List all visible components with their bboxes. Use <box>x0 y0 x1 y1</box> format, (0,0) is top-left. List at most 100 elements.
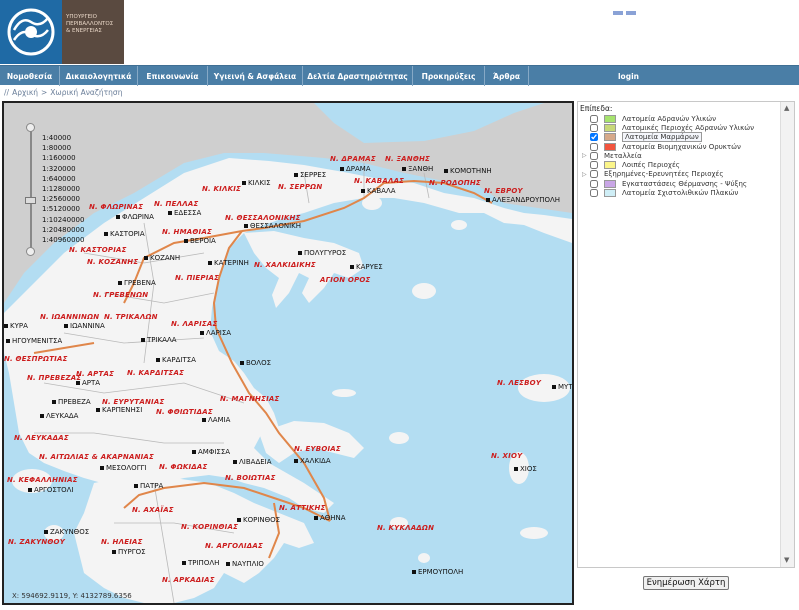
nav-item-legislation[interactable]: Νομοθεσία <box>0 66 60 86</box>
language-flags[interactable] <box>613 0 641 15</box>
scale-list: 1:40000 1:80000 1:160000 1:320000 1:6400… <box>42 133 84 245</box>
prefecture-label: Ν. ΞΑΝΘΗΣ <box>385 155 431 163</box>
city-label: ΚΑΣΤΟΡΙΑ <box>104 230 145 238</box>
city-label: ΚΑΒΑΛΑ <box>361 187 396 195</box>
layer-checkbox[interactable] <box>590 161 598 170</box>
scale-option[interactable]: 1:5120000 <box>42 204 84 214</box>
scroll-down-icon[interactable]: ▼ <box>784 556 789 564</box>
breadcrumb-home-link[interactable]: Αρχική <box>12 88 38 97</box>
flag-icon[interactable] <box>613 11 623 15</box>
layer-item[interactable]: Λοιπές Περιοχές <box>582 160 772 170</box>
prefecture-label: Ν. ΚΑΣΤΟΡΙΑΣ <box>69 246 127 254</box>
city-label: ΤΡΙΚΑΛΑ <box>141 336 177 344</box>
logo-emblem <box>0 0 62 64</box>
zoom-slider-handle[interactable] <box>25 197 36 204</box>
city-label: ΦΛΩΡΙΝΑ <box>116 213 154 221</box>
layer-item[interactable]: Λατομεία Βιομηχανικών Ορυκτών <box>582 142 772 151</box>
scale-option[interactable]: 1:320000 <box>42 164 84 174</box>
scale-option[interactable]: 1:640000 <box>42 174 84 184</box>
layer-item[interactable]: Λατομικές Περιοχές Αδρανών Υλικών <box>582 123 772 132</box>
scale-option[interactable]: 1:20480000 <box>42 225 84 235</box>
layer-item[interactable]: Λατομεία Μαρμάρων <box>582 132 772 143</box>
nav-item-activity-reports[interactable]: Δελτία Δραστηριότητας <box>303 66 413 86</box>
city-label: ΗΓΟΥΜΕΝΙΤΣΑ <box>6 337 62 345</box>
prefecture-label: Ν. ΖΑΚΥΝΘΟΥ <box>8 538 65 546</box>
expand-arrow-icon[interactable]: ▷ <box>582 152 590 159</box>
city-label: ΕΔΕΣΣΑ <box>168 209 201 217</box>
city-label: ΚΥΡΑ <box>4 322 28 330</box>
layer-checkbox[interactable] <box>590 114 598 123</box>
chalkidiki <box>244 231 364 308</box>
city-label: ΣΕΡΡΕΣ <box>294 171 326 179</box>
layer-item[interactable]: Εγκαταστάσεις Θέρμανσης - Ψύξης <box>582 179 772 188</box>
layer-checkbox[interactable] <box>590 170 598 179</box>
scale-option[interactable]: 1:80000 <box>42 143 84 153</box>
prefecture-label: Ν. ΚΙΛΚΙΣ <box>202 185 242 193</box>
city-label: ΞΑΝΘΗ <box>402 165 433 173</box>
prefecture-label: Ν. ΤΡΙΚΑΛΩΝ <box>104 313 158 321</box>
layer-checkbox[interactable] <box>590 123 598 132</box>
scale-option[interactable]: 1:1280000 <box>42 184 84 194</box>
layer-color-swatch <box>604 133 616 142</box>
prefecture-label: Ν. ΛΕΥΚΑΔΑΣ <box>14 434 69 442</box>
nav-item-health-safety[interactable]: Υγιεινή & Ασφάλεια <box>208 66 303 86</box>
city-label: ΠΟΛΥΓΥΡΟΣ <box>298 249 346 257</box>
prefecture-label: Ν. ΗΛΕΙΑΣ <box>101 538 143 546</box>
city-label: ΒΕΡΟΙΑ <box>184 237 216 245</box>
layer-label: Λατομικές Περιοχές Αδρανών Υλικών <box>622 123 754 132</box>
layer-item[interactable]: Λατομεία Σχιστολιθικών Πλακών <box>582 188 772 198</box>
city-label: ΙΩΑΝΝΙΝΑ <box>64 322 105 330</box>
city-label: ΤΡΙΠΟΛΗ <box>182 559 219 567</box>
layer-item[interactable]: ▷ Μεταλλεία <box>582 151 772 160</box>
scale-option[interactable]: 1:160000 <box>42 153 84 163</box>
prefecture-label: ΑΓΙΟΝ ΟΡΟΣ <box>320 276 371 284</box>
island-skyros <box>389 432 409 444</box>
scale-option[interactable]: 1:40000 <box>42 133 84 143</box>
map-canvas[interactable] <box>4 103 572 603</box>
island-syros <box>418 553 430 563</box>
prefecture-label: Ν. ΑΡΚΑΔΙΑΣ <box>162 576 215 584</box>
city-label: ΑΘΗΝΑ <box>314 514 346 522</box>
nav-item-announcements[interactable]: Προκηρύξεις <box>413 66 485 86</box>
layer-checkbox[interactable] <box>590 133 598 142</box>
scale-option[interactable]: 1:10240000 <box>42 215 84 225</box>
breadcrumb-prefix: // <box>4 88 10 97</box>
layer-color-swatch <box>604 179 616 188</box>
island-limnos <box>412 283 436 299</box>
nav-item-documents[interactable]: Δικαιολογητικά <box>60 66 138 86</box>
city-label: ΜΥΤΙ <box>552 383 572 391</box>
zoom-in-icon[interactable] <box>26 123 35 132</box>
city-label: ΛΑΜΙΑ <box>202 416 230 424</box>
login-link[interactable]: login <box>618 66 799 86</box>
layers-scrollbar[interactable]: ▲ ▼ <box>780 102 794 567</box>
map-viewport[interactable]: Ν. ΔΡΑΜΑΣ Ν. ΞΑΝΘΗΣ Ν. ΚΑΒΑΛΑΣ Ν. ΡΟΔΟΠΗ… <box>2 101 574 605</box>
nav-item-articles[interactable]: Άρθρα <box>485 66 529 86</box>
prefecture-label: Ν. ΚΑΡΔΙΤΣΑΣ <box>127 369 185 377</box>
layer-checkbox[interactable] <box>590 179 598 188</box>
zoom-out-icon[interactable] <box>26 247 35 256</box>
layer-checkbox[interactable] <box>590 151 598 160</box>
scroll-up-icon[interactable]: ▲ <box>784 104 789 112</box>
prefecture-label: Ν. ΛΑΡΙΣΑΣ <box>171 320 218 328</box>
prefecture-label: Ν. ΚΑΒΑΛΑΣ <box>354 177 405 185</box>
ministry-logo[interactable]: ΥΠΟΥΡΓΕΙΟ ΠΕΡΙΒΑΛΛΟΝΤΟΣ & ΕΝΕΡΓΕΙΑΣ <box>0 0 124 64</box>
city-label: ΛΑΡΙΣΑ <box>200 329 231 337</box>
layer-checkbox[interactable] <box>590 189 598 198</box>
prefecture-label: Ν. ΛΕΣΒΟΥ <box>497 379 542 387</box>
layer-item[interactable]: ▷ Εξηρημένες-Ερευνητέες Περιοχές <box>582 170 772 179</box>
flag-icon[interactable] <box>626 11 636 15</box>
zoom-slider-track[interactable] <box>30 125 32 251</box>
nav-item-contact[interactable]: Επικοινωνία <box>138 66 208 86</box>
prefecture-label: Ν. ΑΤΤΙΚΗΣ <box>279 504 326 512</box>
layer-checkbox[interactable] <box>590 142 598 151</box>
scale-option[interactable]: 1:2560000 <box>42 194 84 204</box>
update-map-button[interactable]: Ενημέρωση Χάρτη <box>643 576 729 590</box>
city-label: ΒΟΛΟΣ <box>240 359 271 367</box>
prefecture-label: Ν. ΠΕΛΛΑΣ <box>154 200 199 208</box>
expand-arrow-icon[interactable]: ▷ <box>582 171 590 178</box>
city-label: ΝΑΥΠΛΙΟ <box>226 560 264 568</box>
layers-title: Επίπεδα: <box>580 104 613 113</box>
scale-option[interactable]: 1:40960000 <box>42 235 84 245</box>
prefecture-label: Ν. ΚΥΚΛΑΔΩΝ <box>377 524 435 532</box>
layer-item[interactable]: Λατομεία Αδρανών Υλικών <box>582 114 772 123</box>
